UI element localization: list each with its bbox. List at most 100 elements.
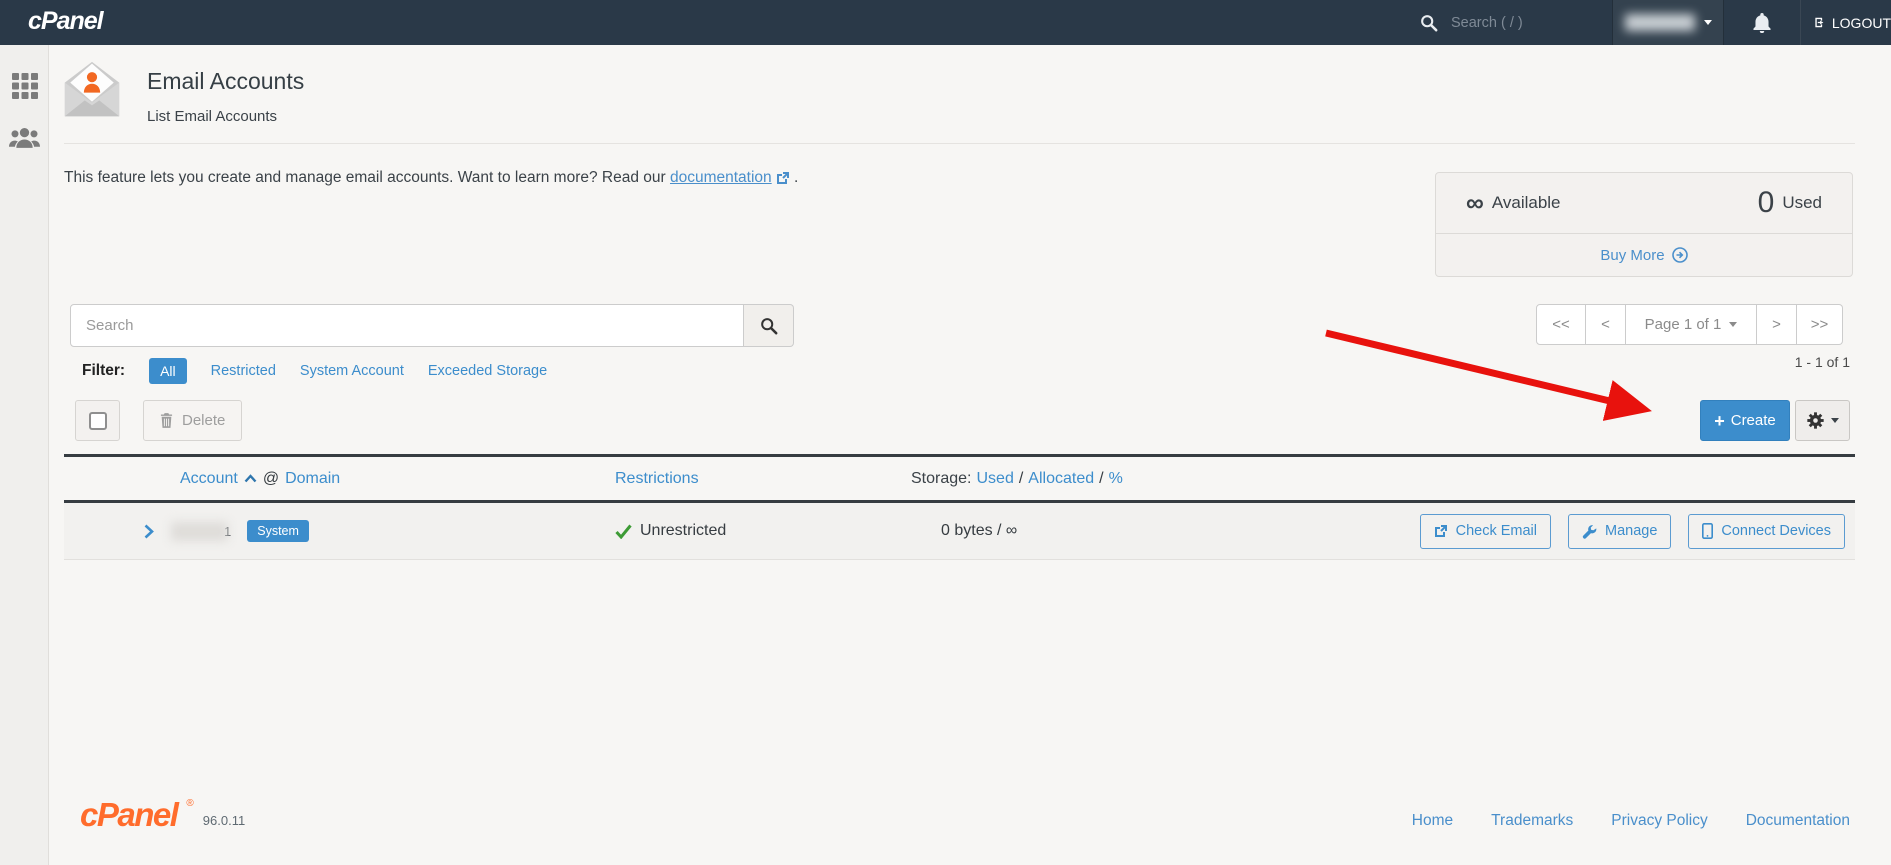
- sort-percent-link[interactable]: %: [1109, 470, 1123, 488]
- sort-used-link[interactable]: Used: [976, 470, 1013, 488]
- sidebar-item-user-manager[interactable]: [0, 112, 49, 164]
- table-row: 1 System Unrestricted 0 bytes / ∞ Check …: [64, 503, 1855, 560]
- footer-links: Home Trademarks Privacy Policy Documenta…: [1412, 812, 1850, 830]
- wrench-icon: [1582, 524, 1597, 539]
- filter-all[interactable]: All: [149, 358, 187, 384]
- footer-link-home[interactable]: Home: [1412, 812, 1453, 830]
- search-button[interactable]: [744, 304, 794, 347]
- footer-link-documentation[interactable]: Documentation: [1746, 812, 1850, 830]
- redacted-username: [1624, 14, 1695, 31]
- user-group-icon: [9, 127, 40, 148]
- manage-button[interactable]: Manage: [1567, 513, 1672, 549]
- quota-summary: ∞ Available 0 Used: [1436, 173, 1852, 234]
- external-link-icon: [776, 172, 789, 184]
- topbar: cPanel Search ( / ) LOGOUT: [0, 0, 1891, 45]
- cell-account: 1 System: [64, 520, 615, 542]
- pagination-range: 1 - 1 of 1: [1794, 354, 1850, 370]
- available-label: Available: [1491, 193, 1561, 212]
- sort-allocated-link[interactable]: Allocated: [1028, 470, 1094, 488]
- buy-more-link[interactable]: Buy More: [1600, 247, 1688, 264]
- separator: /: [1099, 469, 1104, 487]
- page-last-button[interactable]: >>: [1797, 304, 1843, 345]
- used-label: Used: [1782, 193, 1822, 212]
- trash-icon: [160, 413, 173, 428]
- system-badge: System: [247, 520, 309, 542]
- feature-description: This feature lets you create and manage …: [64, 169, 798, 187]
- arrow-circle-right-icon: [1671, 247, 1688, 263]
- email-accounts-icon: [64, 61, 120, 117]
- gear-icon: [1806, 412, 1824, 429]
- documentation-link[interactable]: documentation: [670, 169, 790, 187]
- table-header-row: Account @ Domain Restrictions Storage: U…: [64, 454, 1855, 503]
- check-email-button[interactable]: Check Email: [1419, 513, 1551, 549]
- footer-link-trademarks[interactable]: Trademarks: [1491, 812, 1573, 830]
- at-symbol: @: [262, 469, 280, 487]
- header-restrictions: Restrictions: [615, 470, 905, 488]
- search-input[interactable]: [70, 304, 744, 347]
- cpanel-email-accounts-page: cPanel Search ( / ) LOGOUT Email Account…: [0, 0, 1891, 865]
- plus-icon: +: [1714, 410, 1725, 431]
- chevron-down-icon: [1830, 418, 1839, 423]
- page-first-button[interactable]: <<: [1536, 304, 1586, 345]
- search-icon: [760, 317, 777, 334]
- select-all-checkbox-button[interactable]: [75, 400, 120, 441]
- page-title: Email Accounts: [147, 68, 305, 94]
- quota-footer: Buy More: [1436, 234, 1852, 276]
- filter-system-account[interactable]: System Account: [300, 363, 404, 379]
- logout-label: LOGOUT: [1831, 14, 1891, 31]
- filter-label: Filter:: [82, 362, 126, 379]
- description-text: This feature lets you create and manage …: [64, 169, 666, 186]
- quota-available: ∞ Available: [1466, 188, 1561, 217]
- global-search[interactable]: Search ( / ): [1420, 0, 1523, 45]
- page-subtitle: List Email Accounts: [147, 108, 278, 125]
- chevron-down-icon: [1729, 322, 1738, 327]
- email-accounts-table: Account @ Domain Restrictions Storage: U…: [64, 454, 1855, 560]
- page-selector[interactable]: Page 1 of 1: [1626, 304, 1757, 345]
- delete-button[interactable]: Delete: [143, 400, 243, 441]
- cell-restrictions: Unrestricted: [615, 522, 905, 540]
- header-divider: [64, 143, 1855, 144]
- footer-brand: cPanel ® 96.0.11: [80, 798, 245, 831]
- header-storage: Storage: Used / Allocated / %: [905, 470, 1195, 488]
- used-value: 0: [1757, 186, 1775, 219]
- page-next-button[interactable]: >: [1757, 304, 1797, 345]
- cell-actions: Check Email Manage Connect Devices: [1195, 513, 1855, 549]
- footer-link-privacy-policy[interactable]: Privacy Policy: [1611, 812, 1707, 830]
- search-icon: [1421, 14, 1438, 31]
- checkbox[interactable]: [88, 411, 107, 430]
- registered-mark: ®: [186, 798, 194, 809]
- app-grid-icon: [11, 73, 38, 99]
- restrictions-value: Unrestricted: [640, 522, 727, 539]
- external-link-icon: [1434, 525, 1447, 537]
- documentation-link-label: documentation: [669, 169, 772, 186]
- settings-button[interactable]: [1795, 400, 1850, 441]
- sidebar-item-tools[interactable]: [0, 60, 49, 112]
- chevron-down-icon: [1703, 20, 1712, 25]
- sort-restrictions-link[interactable]: Restrictions: [615, 470, 699, 487]
- create-label: Create: [1730, 412, 1776, 429]
- page-prev-button[interactable]: <: [1586, 304, 1626, 345]
- description-period: .: [793, 169, 799, 186]
- notifications-button[interactable]: [1724, 0, 1800, 45]
- connect-devices-button[interactable]: Connect Devices: [1688, 513, 1845, 549]
- separator: /: [1018, 469, 1024, 487]
- version-number: 96.0.11: [202, 813, 246, 828]
- check-icon: [615, 524, 632, 539]
- sort-domain-link[interactable]: Domain: [285, 470, 340, 488]
- expand-row-chevron-icon[interactable]: [144, 524, 154, 539]
- user-menu[interactable]: [1612, 0, 1724, 45]
- sort-account-link[interactable]: Account: [180, 470, 238, 488]
- filter-restricted[interactable]: Restricted: [211, 363, 276, 379]
- filter-bar: Filter: All Restricted System Account Ex…: [82, 358, 547, 384]
- infinity-symbol: ∞: [1466, 188, 1484, 217]
- create-button[interactable]: + Create: [1700, 400, 1790, 441]
- manage-label: Manage: [1604, 523, 1658, 539]
- header-account-domain: Account @ Domain: [64, 470, 615, 488]
- logout-button[interactable]: LOGOUT: [1800, 0, 1891, 45]
- cpanel-logo: cPanel: [28, 7, 104, 35]
- pagination: << < Page 1 of 1 > >>: [1536, 304, 1843, 345]
- mobile-icon: [1702, 523, 1714, 539]
- page-selector-label: Page 1 of 1: [1644, 316, 1722, 333]
- check-email-label: Check Email: [1455, 523, 1537, 539]
- filter-exceeded-storage[interactable]: Exceeded Storage: [428, 363, 547, 379]
